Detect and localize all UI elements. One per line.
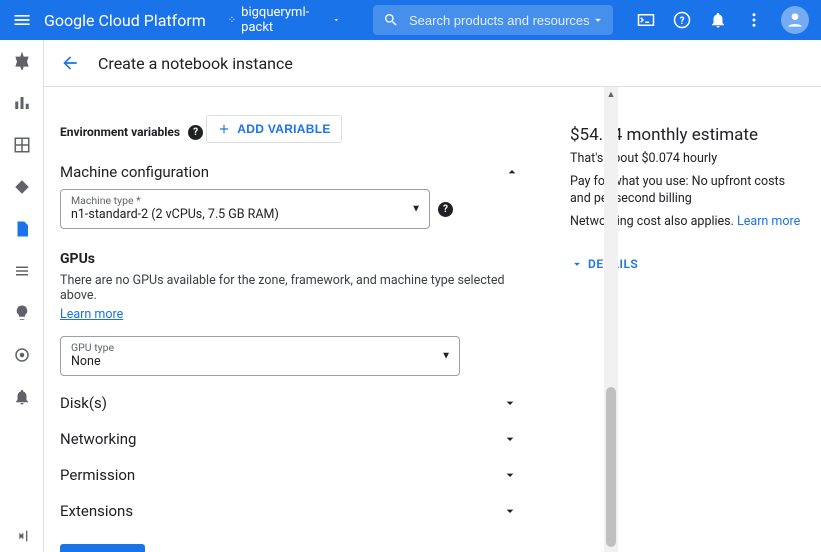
nav-list-icon[interactable]: [13, 262, 31, 280]
nav-grid-icon[interactable]: [13, 136, 31, 154]
networking-section[interactable]: Networking: [60, 430, 528, 448]
notifications-icon[interactable]: [709, 11, 727, 29]
scroll-up-icon[interactable]: ▲: [604, 87, 618, 101]
page-title: Create a notebook instance: [98, 54, 293, 73]
project-name: bigqueryml-packt: [241, 5, 326, 35]
left-nav: [0, 40, 44, 552]
chevron-down-icon: [502, 395, 518, 411]
gpus-title: GPUs: [60, 251, 528, 267]
gpu-type-label: GPU type: [71, 341, 449, 354]
machine-config-section[interactable]: Machine configuration: [60, 163, 528, 181]
brand-title: Google Cloud Platform: [44, 11, 206, 30]
machine-type-value: n1-standard-2 (2 vCPUs, 7.5 GB RAM): [71, 207, 419, 222]
permission-section[interactable]: Permission: [60, 466, 528, 484]
chevron-down-icon: [332, 15, 341, 25]
account-avatar[interactable]: [781, 6, 809, 34]
dropdown-icon: ▼: [411, 204, 421, 215]
create-button[interactable]: CREATE: [60, 544, 145, 552]
nav-dashboard-icon[interactable]: [12, 50, 32, 70]
search-bar[interactable]: [373, 5, 613, 35]
estimate-learn-more-link[interactable]: Learn more: [737, 214, 800, 229]
gpu-type-select[interactable]: GPU type None ▼: [60, 336, 460, 376]
env-vars-label: Environment variables: [60, 125, 180, 139]
extensions-section[interactable]: Extensions: [60, 502, 528, 520]
svg-text:?: ?: [680, 16, 685, 27]
estimate-network-note: Networking cost also applies.: [570, 214, 737, 229]
project-selector[interactable]: ⁘ bigqueryml-packt: [228, 5, 341, 35]
nav-charts-icon[interactable]: [13, 94, 31, 112]
chevron-down-icon: [502, 431, 518, 447]
search-icon: [383, 12, 399, 28]
help-icon[interactable]: ?: [673, 11, 691, 29]
nav-settings-icon[interactable]: [13, 346, 31, 364]
nav-notebooks-icon[interactable]: [13, 220, 31, 238]
plus-icon: [217, 122, 231, 136]
machine-type-select[interactable]: Machine type * n1-standard-2 (2 vCPUs, 7…: [60, 189, 430, 229]
add-variable-button[interactable]: ADD VARIABLE: [206, 115, 341, 143]
chevron-down-icon: [502, 503, 518, 519]
chevron-down-icon[interactable]: [591, 13, 605, 27]
scroll-thumb[interactable]: [606, 387, 616, 547]
chevron-up-icon: [504, 164, 520, 180]
machine-config-title: Machine configuration: [60, 163, 209, 181]
search-input[interactable]: [409, 13, 603, 28]
cloud-shell-icon[interactable]: [637, 11, 655, 29]
help-icon[interactable]: ?: [188, 125, 203, 140]
disks-section[interactable]: Disk(s): [60, 394, 528, 412]
gpu-type-value: None: [71, 354, 449, 369]
scrollbar[interactable]: ▲: [604, 87, 618, 552]
gpus-learn-more-link[interactable]: Learn more: [60, 307, 123, 322]
back-arrow-icon[interactable]: [60, 53, 80, 73]
chevron-down-icon: [570, 257, 584, 271]
chevron-down-icon: [502, 467, 518, 483]
project-icon: ⁘: [228, 15, 235, 26]
nav-lightbulb-icon[interactable]: [13, 304, 31, 322]
nav-tags-icon[interactable]: [13, 178, 31, 196]
help-icon[interactable]: ?: [438, 202, 453, 217]
hamburger-menu-icon[interactable]: [12, 10, 32, 30]
machine-type-label: Machine type *: [71, 194, 419, 207]
nav-collapse-icon[interactable]: [0, 528, 43, 544]
dropdown-icon: ▼: [441, 351, 451, 362]
gpus-message: There are no GPUs available for the zone…: [60, 273, 528, 303]
nav-bell-icon[interactable]: [13, 388, 31, 406]
more-icon[interactable]: [745, 11, 763, 29]
